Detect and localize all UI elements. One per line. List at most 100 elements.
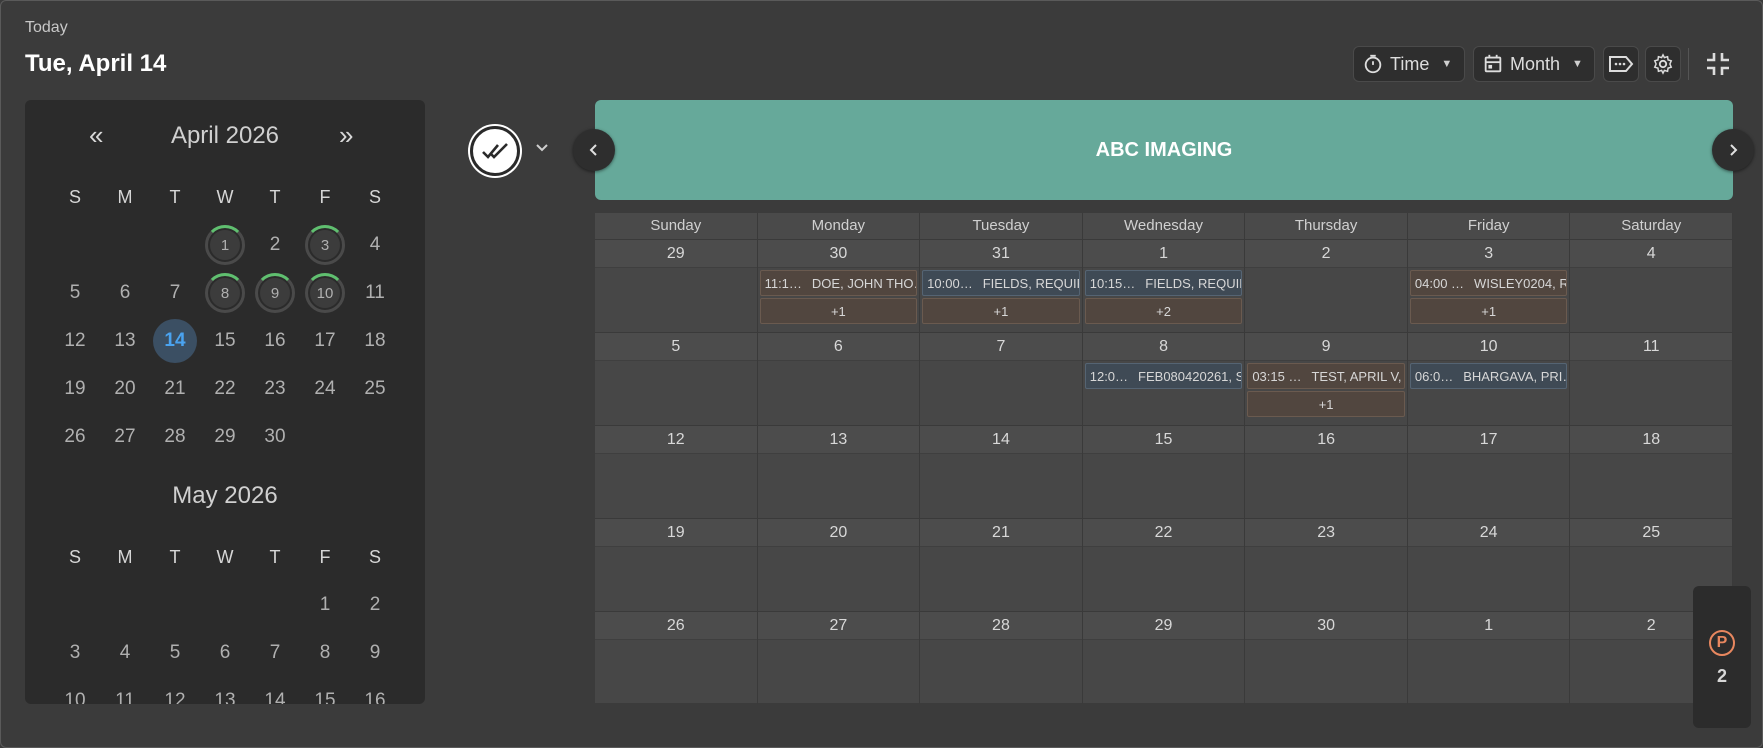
view-select[interactable]: Month ▼ (1473, 46, 1595, 82)
day-cell[interactable]: 2 (1245, 240, 1408, 332)
more-events-button[interactable]: +2 (1084, 298, 1243, 324)
filter-dropdown[interactable] (534, 140, 550, 161)
mini-day[interactable]: 23 (250, 365, 300, 413)
day-cell[interactable]: 22 (1082, 519, 1246, 611)
mini-day[interactable]: 12 (50, 317, 100, 365)
mini-day[interactable]: 4 (100, 629, 150, 677)
more-events-button[interactable]: +1 (922, 298, 1080, 324)
day-cell[interactable]: 16 (1245, 426, 1408, 518)
collapse-button[interactable] (1700, 46, 1736, 82)
day-cell[interactable]: 29 (595, 240, 758, 332)
mini-day[interactable]: 5 (50, 269, 100, 317)
mini-day[interactable]: 17 (300, 317, 350, 365)
prev-resource-button[interactable] (573, 129, 615, 171)
day-cell[interactable]: 15 (1082, 426, 1246, 518)
mini-day[interactable]: 7 (150, 269, 200, 317)
mini-day[interactable]: 1 (300, 581, 350, 629)
appointment-event[interactable]: 10:15… FIELDS, REQUIR… (1084, 270, 1243, 296)
day-cell[interactable]: 23 (1245, 519, 1408, 611)
mini-day[interactable]: 13 (100, 317, 150, 365)
mini-day[interactable]: 7 (250, 629, 300, 677)
appointment-event[interactable]: 12:0… FEB080420261, S… (1084, 363, 1243, 389)
mini-day[interactable]: 8 (300, 629, 350, 677)
pending-panel[interactable]: P 2 (1693, 586, 1751, 728)
mini-day[interactable]: 2 (250, 221, 300, 269)
mini-day[interactable]: 10 (50, 677, 100, 704)
appointment-event[interactable]: 04:00 … WISLEY0204, R… (1409, 270, 1568, 296)
next-resource-button[interactable] (1712, 129, 1754, 171)
mini-day[interactable]: 9 (350, 629, 400, 677)
mini-day[interactable]: 3 (300, 221, 350, 269)
filter-button[interactable] (470, 126, 520, 176)
day-cell[interactable]: 6 (757, 333, 921, 425)
day-cell[interactable]: 28 (920, 612, 1083, 704)
day-cell[interactable]: 27 (757, 612, 921, 704)
day-cell[interactable]: 1 (1407, 612, 1571, 704)
mini-day[interactable]: 2 (350, 581, 400, 629)
mini-day[interactable]: 25 (350, 365, 400, 413)
day-cell[interactable]: 7 (920, 333, 1083, 425)
mini-day[interactable]: 15 (300, 677, 350, 704)
mini-day[interactable]: 9 (250, 269, 300, 317)
mini-day[interactable]: 16 (350, 677, 400, 704)
mini-day[interactable]: 14 (250, 677, 300, 704)
mini-day[interactable]: 8 (200, 269, 250, 317)
day-cell[interactable]: 26 (595, 612, 758, 704)
mini-day[interactable]: 1 (200, 221, 250, 269)
more-events-button[interactable]: +1 (759, 298, 918, 324)
mini-day[interactable]: 5 (150, 629, 200, 677)
day-cell[interactable]: 4 (1570, 240, 1734, 332)
day-cell[interactable]: 18 (1570, 426, 1734, 518)
mini-day[interactable]: 19 (50, 365, 100, 413)
mini-day[interactable]: 13 (200, 677, 250, 704)
mini-day[interactable]: 29 (200, 413, 250, 461)
mini-day[interactable]: 24 (300, 365, 350, 413)
day-cell[interactable]: 3 04:00 … WISLEY0204, R… +1 (1407, 240, 1571, 332)
day-cell[interactable]: 1 10:15… FIELDS, REQUIR… +2 (1082, 240, 1246, 332)
mini-day[interactable]: 20 (100, 365, 150, 413)
mini-day[interactable]: 30 (250, 413, 300, 461)
day-cell[interactable]: 12 (595, 426, 758, 518)
day-cell[interactable]: 21 (920, 519, 1083, 611)
day-cell[interactable]: 8 12:0… FEB080420261, S… (1082, 333, 1246, 425)
labels-button[interactable] (1603, 46, 1639, 82)
day-cell[interactable]: 19 (595, 519, 758, 611)
mini-day[interactable]: 15 (200, 317, 250, 365)
day-cell[interactable]: 10 06:0… BHARGAVA, PRI… (1407, 333, 1571, 425)
mini-day[interactable]: 11 (100, 677, 150, 704)
day-cell[interactable]: 20 (757, 519, 921, 611)
appointment-event[interactable]: 11:1… DOE, JOHN THO… (759, 270, 918, 296)
mini-day[interactable]: 28 (150, 413, 200, 461)
mini-day[interactable]: 6 (200, 629, 250, 677)
mini-day[interactable]: 18 (350, 317, 400, 365)
mini-day[interactable]: 16 (250, 317, 300, 365)
mini-day[interactable]: 22 (200, 365, 250, 413)
settings-button[interactable] (1645, 46, 1681, 82)
day-cell[interactable]: 29 (1082, 612, 1246, 704)
mini-day[interactable]: 6 (100, 269, 150, 317)
mini-day[interactable]: 27 (100, 413, 150, 461)
day-cell[interactable]: 14 (920, 426, 1083, 518)
day-cell[interactable]: 13 (757, 426, 921, 518)
time-select[interactable]: Time ▼ (1353, 46, 1465, 82)
mini-day[interactable]: 14 (150, 317, 200, 365)
appointment-event[interactable]: 10:00… FIELDS, REQUIR… (922, 270, 1080, 296)
mini-day[interactable]: 12 (150, 677, 200, 704)
mini-day[interactable]: 3 (50, 629, 100, 677)
day-cell[interactable]: 24 (1407, 519, 1571, 611)
mini-day[interactable]: 11 (350, 269, 400, 317)
day-cell[interactable]: 30 (1245, 612, 1408, 704)
more-events-button[interactable]: +1 (1409, 298, 1568, 324)
appointment-event[interactable]: 06:0… BHARGAVA, PRI… (1409, 363, 1568, 389)
day-cell[interactable]: 5 (595, 333, 758, 425)
day-cell[interactable]: 30 11:1… DOE, JOHN THO… +1 (757, 240, 921, 332)
appointment-event[interactable]: 03:15 … TEST, APRIL V, … (1247, 363, 1405, 389)
mini-day[interactable]: 26 (50, 413, 100, 461)
day-cell[interactable]: 17 (1407, 426, 1571, 518)
mini-day[interactable]: 4 (350, 221, 400, 269)
mini-day[interactable]: 21 (150, 365, 200, 413)
day-cell[interactable]: 11 (1570, 333, 1734, 425)
day-cell[interactable]: 31 10:00… FIELDS, REQUIR… +1 (920, 240, 1083, 332)
more-events-button[interactable]: +1 (1247, 391, 1405, 417)
day-cell[interactable]: 9 03:15 … TEST, APRIL V, … +1 (1245, 333, 1408, 425)
